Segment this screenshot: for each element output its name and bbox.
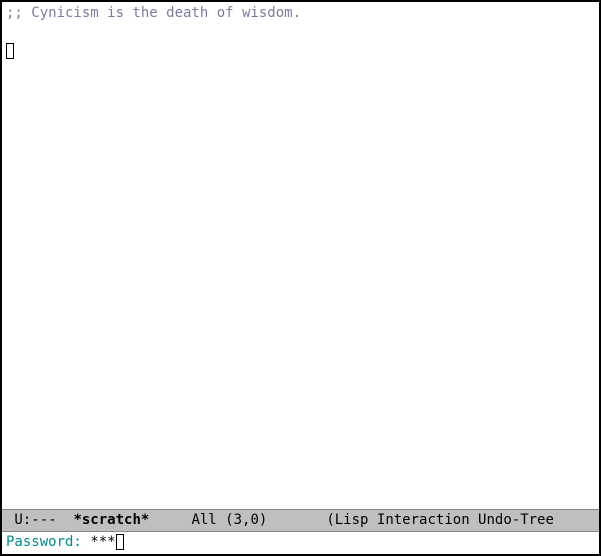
modeline-gap2 [267, 512, 326, 528]
modeline-position: All (3,0) [191, 512, 267, 528]
modeline-gap [149, 512, 191, 528]
modeline-buffer-name: *scratch* [73, 512, 149, 528]
mode-line[interactable]: U:--- *scratch* All (3,0) (Lisp Interact… [2, 509, 599, 533]
cursor-line [6, 42, 595, 61]
minibuffer-cursor [116, 534, 124, 550]
text-cursor [6, 43, 14, 59]
comment-line: ;; Cynicism is the death of wisdom. [6, 4, 595, 23]
modeline-status: U:--- [6, 512, 73, 528]
scratch-buffer[interactable]: ;; Cynicism is the death of wisdom. [2, 2, 599, 509]
password-masked: *** [90, 534, 115, 550]
blank-line [6, 23, 595, 42]
emacs-frame: ;; Cynicism is the death of wisdom. U:--… [0, 0, 601, 556]
minibuffer[interactable]: Password: *** [2, 532, 599, 554]
password-prompt: Password: [6, 534, 90, 550]
modeline-modes: (Lisp Interaction Undo-Tree [326, 512, 554, 528]
